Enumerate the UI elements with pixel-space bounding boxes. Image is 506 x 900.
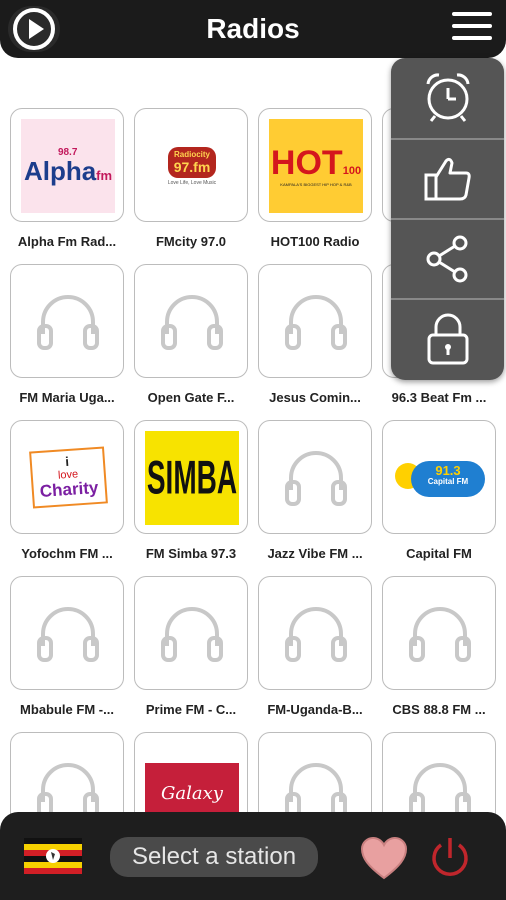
thumbs-up-icon	[424, 157, 471, 201]
lock-icon	[427, 313, 468, 365]
station-tile[interactable]	[258, 420, 372, 534]
station-logo	[269, 275, 363, 369]
lock-button[interactable]	[391, 300, 504, 378]
station-label: CBS 88.8 FM ...	[392, 702, 486, 717]
station-label: Yofochm FM ...	[21, 546, 113, 561]
station-tile[interactable]: SIMBA	[134, 420, 248, 534]
play-circle-icon	[13, 8, 55, 50]
logo-text: Galaxy	[161, 782, 223, 804]
station-label: Prime FM - C...	[145, 702, 237, 717]
station-logo	[21, 275, 115, 369]
station-label: FMcity 97.0	[155, 234, 227, 249]
station-logo	[269, 431, 363, 525]
station-logo	[393, 587, 487, 681]
station-logo	[269, 587, 363, 681]
station-tile[interactable]: 98.7 Alphafm	[10, 108, 124, 222]
station-tile[interactable]	[10, 264, 124, 378]
station-label: FM Maria Uga...	[19, 390, 115, 405]
page-title: Radios	[206, 13, 300, 44]
logo-text: Charity	[38, 478, 99, 502]
station-logo: 91.3 Capital FM	[393, 431, 487, 525]
power-icon[interactable]	[426, 834, 474, 882]
heart-icon[interactable]	[360, 836, 408, 880]
station-logo	[21, 587, 115, 681]
station-tile[interactable]	[10, 576, 124, 690]
alarm-clock-icon	[426, 73, 469, 122]
play-button[interactable]	[8, 6, 60, 52]
station-logo: SIMBA	[145, 431, 239, 525]
logo-text: 91.3	[435, 463, 461, 478]
station-logo: HOT100 KAMPALA'S BIGGEST HIP HOP & R&B	[269, 119, 363, 213]
logo-text: Love Life, Love Music	[167, 179, 217, 186]
headphones-icon	[161, 607, 223, 662]
station-tile[interactable]	[258, 576, 372, 690]
station-logo	[145, 275, 239, 369]
logo-text: fm	[96, 168, 113, 183]
station-tile[interactable]: 91.3 Capital FM	[382, 420, 496, 534]
logo-text: HOT	[270, 143, 343, 182]
headphones-icon	[409, 607, 471, 662]
station-tile[interactable]	[382, 576, 496, 690]
logo-text: 97.fm	[173, 158, 211, 175]
station-label: Jesus Comin...	[269, 390, 361, 405]
logo-text: Capital FM	[427, 477, 469, 487]
station-label: FM-Uganda-B...	[267, 702, 363, 717]
station-label: Open Gate F...	[147, 390, 235, 405]
station-label: HOT100 Radio	[270, 234, 360, 249]
station-tile[interactable]: HOT100 KAMPALA'S BIGGEST HIP HOP & R&B	[258, 108, 372, 222]
station-tile[interactable]: i love Charity	[10, 420, 124, 534]
app-header: Radios	[0, 0, 506, 58]
headphones-icon	[161, 295, 223, 350]
headphones-icon	[37, 295, 99, 350]
station-label: 96.3 Beat Fm ...	[391, 390, 487, 405]
station-logo: 98.7 Alphafm	[21, 119, 115, 213]
hamburger-menu-icon[interactable]	[452, 12, 492, 46]
logo-text: Radiocity	[173, 149, 210, 159]
share-button[interactable]	[391, 220, 504, 298]
station-tile[interactable]	[134, 264, 248, 378]
logo-text: Alpha	[23, 156, 97, 186]
headphones-icon	[285, 607, 347, 662]
station-tile[interactable]	[134, 576, 248, 690]
side-menu	[391, 58, 504, 380]
headphones-icon	[37, 607, 99, 662]
headphones-icon	[285, 451, 347, 506]
station-logo: Radiocity 97.fm Love Life, Love Music	[145, 119, 239, 213]
station-label: FM Simba 97.3	[145, 546, 237, 561]
station-tile[interactable]	[258, 264, 372, 378]
station-tile[interactable]: Radiocity 97.fm Love Life, Love Music	[134, 108, 248, 222]
alarm-button[interactable]	[391, 58, 504, 136]
logo-text: SIMBA	[146, 450, 238, 504]
logo-text: 100	[342, 164, 362, 177]
share-icon	[426, 235, 467, 283]
like-button[interactable]	[391, 140, 504, 218]
player-bar: Select a station	[0, 812, 506, 900]
station-label: Mbabule FM -...	[20, 702, 114, 717]
station-label: Capital FM	[406, 546, 472, 561]
uganda-flag-icon[interactable]	[24, 838, 82, 874]
logo-text: KAMPALA'S BIGGEST HIP HOP & R&B	[280, 181, 352, 187]
station-label: Alpha Fm Rad...	[17, 234, 117, 249]
station-logo: i love Charity	[21, 431, 115, 525]
headphones-icon	[285, 295, 347, 350]
station-label: Jazz Vibe FM ...	[267, 546, 363, 561]
select-station-button[interactable]: Select a station	[110, 837, 318, 877]
station-logo	[145, 587, 239, 681]
